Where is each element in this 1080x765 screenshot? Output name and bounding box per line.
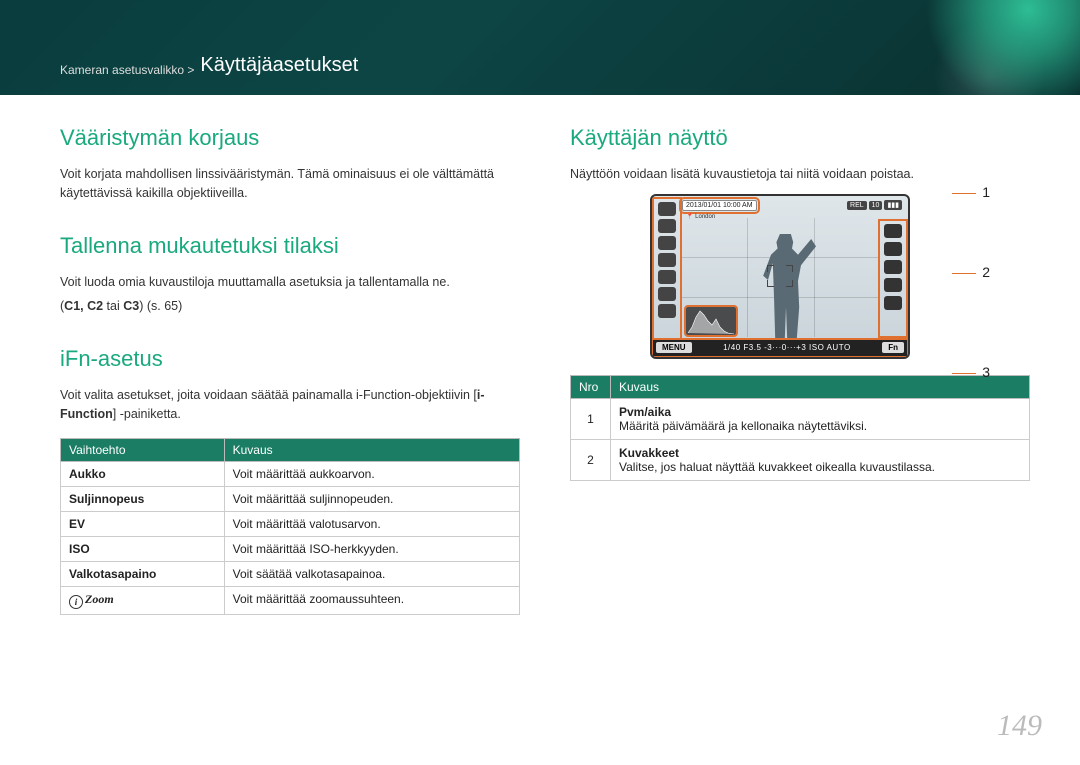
- picture-wizard-icon: [884, 260, 902, 274]
- right-icon-strip: [881, 222, 905, 335]
- table-row: 2 KuvakkeetValitse, jos haluat näyttää k…: [571, 439, 1030, 480]
- section-distortion-title: Vääristymän korjaus: [60, 125, 520, 151]
- camera-lcd: 2013/01/01 10:00 AM REL 10 ▮▮▮ 📍 London: [650, 194, 910, 359]
- table-row: ISOVoit määrittää ISO-herkkyyden.: [61, 536, 520, 561]
- table-row: 1 Pvm/aikaMääritä päivämäärä ja kellonai…: [571, 398, 1030, 439]
- drive-icon: [658, 253, 676, 267]
- focus-square-icon: [767, 265, 793, 287]
- section-ifn-title: iFn-asetus: [60, 346, 520, 372]
- section-custom-mode-title: Tallenna mukautetuksi tilaksi: [60, 233, 520, 259]
- page-title: Käyttäjäasetukset: [200, 54, 358, 77]
- bottom-info-bar: MENU 1/40 F3.5 -3···0···+3 ISO AUTO Fn: [652, 339, 908, 357]
- left-column: Vääristymän korjaus Voit korjata mahdoll…: [60, 125, 520, 615]
- table-row: EVVoit määrittää valotusarvon.: [61, 511, 520, 536]
- section-custom-mode-body1: Voit luoda omia kuvaustiloja muuttamalla…: [60, 273, 520, 292]
- shots-remaining: 10: [869, 201, 883, 210]
- i-zoom-icon: i: [69, 595, 83, 609]
- menu-button[interactable]: MENU: [656, 342, 692, 353]
- table-row: AukkoVoit määrittää aukkoarvon.: [61, 461, 520, 486]
- right-column: Käyttäjän näyttö Näyttöön voidaan lisätä…: [570, 125, 1030, 615]
- section-distortion-body: Voit korjata mahdollisen linssivääristym…: [60, 165, 520, 203]
- section-user-display-body: Näyttöön voidaan lisätä kuvaustietoja ta…: [570, 165, 1030, 184]
- section-custom-mode-body2: (C1, C2 tai C3) (s. 65): [60, 297, 520, 316]
- table-row: ValkotasapainoVoit säätää valkotasapaino…: [61, 561, 520, 586]
- breadcrumb: Kameran asetusvalikko >: [60, 63, 194, 77]
- section-ifn-body: Voit valita asetukset, joita voidaan sää…: [60, 386, 520, 424]
- page-header: Kameran asetusvalikko > Käyttäjäasetukse…: [0, 0, 1080, 95]
- battery-icon: ▮▮▮: [884, 200, 902, 210]
- exposure-info: 1/40 F3.5 -3···0···+3 ISO AUTO: [692, 343, 883, 352]
- callout-description-table: Nro Kuvaus 1 Pvm/aikaMääritä päivämäärä …: [570, 375, 1030, 481]
- ifn-options-table: Vaihtoehto Kuvaus AukkoVoit määrittää au…: [60, 438, 520, 615]
- color-space-icon: [884, 278, 902, 292]
- quality-icon: [658, 287, 676, 301]
- size-icon: [658, 304, 676, 318]
- camera-screen-figure: 1 2 3 2013/01/01 10:00 AM REL: [650, 194, 950, 359]
- callout-2: 2: [982, 264, 990, 280]
- mode-icon: [658, 202, 676, 216]
- th-description: Kuvaus: [224, 438, 519, 461]
- metering-icon: [658, 219, 676, 233]
- page-number: 149: [997, 709, 1042, 743]
- section-user-display-title: Käyttäjän näyttö: [570, 125, 1030, 151]
- left-icon-strip: [655, 200, 679, 337]
- th-kuvaus: Kuvaus: [611, 375, 1030, 398]
- wb-icon: [884, 242, 902, 256]
- table-row: SuljinnopeusVoit määrittää suljinnopeude…: [61, 486, 520, 511]
- table-row: iZoom Voit määrittää zoomaussuhteen.: [61, 586, 520, 614]
- fn-button[interactable]: Fn: [882, 342, 904, 353]
- callout-1: 1: [982, 184, 990, 200]
- histogram-overlay: [686, 307, 736, 335]
- timestamp-overlay: 2013/01/01 10:00 AM: [682, 200, 757, 211]
- af-icon: [658, 270, 676, 284]
- th-nro: Nro: [571, 375, 611, 398]
- flash-comp-icon: [884, 224, 902, 238]
- th-option: Vaihtoehto: [61, 438, 225, 461]
- callout-3: 3: [982, 364, 990, 380]
- smart-range-icon: [884, 296, 902, 310]
- rel-badge: REL: [847, 201, 867, 210]
- flash-icon: [658, 236, 676, 250]
